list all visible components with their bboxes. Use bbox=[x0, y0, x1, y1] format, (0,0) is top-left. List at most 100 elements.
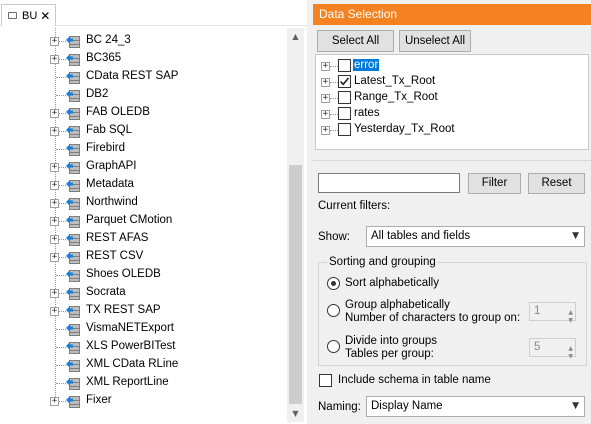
unselect-all-button[interactable]: Unselect All bbox=[399, 30, 471, 52]
tree-branch-line bbox=[56, 275, 66, 276]
sorting-legend: Sorting and grouping bbox=[327, 256, 438, 268]
filter-button[interactable]: Filter bbox=[468, 173, 521, 194]
scroll-up-icon[interactable]: ▲ bbox=[287, 28, 304, 45]
tab-bu[interactable]: BU ✕ bbox=[1, 4, 56, 26]
sort-alpha-radio[interactable] bbox=[327, 277, 340, 290]
expand-icon[interactable]: + bbox=[50, 289, 59, 298]
database-icon bbox=[66, 285, 82, 301]
expand-icon[interactable]: + bbox=[50, 217, 59, 226]
tree-branch-line bbox=[56, 77, 66, 78]
tree-item[interactable]: + Socrata bbox=[0, 284, 287, 302]
field-checkbox[interactable] bbox=[338, 107, 351, 120]
tree-item[interactable]: + Metadata bbox=[0, 176, 287, 194]
spin-down-icon[interactable]: ▼ bbox=[568, 348, 573, 365]
expand-icon[interactable]: + bbox=[50, 109, 59, 118]
field-item[interactable]: + Yesterday_Tx_Root bbox=[316, 122, 586, 138]
tree-branch-line bbox=[330, 130, 338, 131]
expand-icon[interactable]: + bbox=[50, 199, 59, 208]
tree-branch-line bbox=[56, 383, 66, 384]
tree-item[interactable]: DB2 bbox=[0, 86, 287, 104]
expand-icon[interactable]: + bbox=[321, 94, 330, 103]
group-alpha-radio[interactable] bbox=[327, 304, 340, 317]
database-icon bbox=[66, 69, 82, 85]
field-item[interactable]: + Range_Tx_Root bbox=[316, 90, 586, 106]
tree-scrollbar[interactable]: ▲ ▼ bbox=[287, 28, 304, 422]
naming-dropdown[interactable]: Display Name ▼ bbox=[366, 396, 585, 417]
show-value: All tables and fields bbox=[371, 230, 471, 242]
tree-item[interactable]: + TX REST SAP bbox=[0, 302, 287, 320]
tree-item-label: Fixer bbox=[86, 394, 112, 406]
tree-item[interactable]: CData REST SAP bbox=[0, 68, 287, 86]
scroll-thumb[interactable] bbox=[289, 165, 302, 404]
tree-item[interactable]: + FAB OLEDB bbox=[0, 104, 287, 122]
tree-item[interactable]: + Parquet CMotion bbox=[0, 212, 287, 230]
include-schema-checkbox[interactable] bbox=[319, 374, 332, 387]
tree-item-label: GraphAPI bbox=[86, 160, 137, 172]
tree-item-label: DB2 bbox=[86, 88, 109, 100]
tree-item[interactable]: XLS PowerBITest bbox=[0, 338, 287, 356]
field-checkbox[interactable] bbox=[338, 91, 351, 104]
expand-icon[interactable]: + bbox=[50, 397, 59, 406]
field-checkbox[interactable] bbox=[338, 75, 351, 88]
field-item[interactable]: + rates bbox=[316, 106, 586, 122]
expand-icon[interactable]: + bbox=[50, 37, 59, 46]
tree-item-label: XLS PowerBITest bbox=[86, 340, 176, 352]
field-checkbox[interactable] bbox=[338, 123, 351, 136]
tree-item[interactable]: XML CData RLine bbox=[0, 356, 287, 374]
database-icon bbox=[66, 321, 82, 337]
divide-groups-sub-label: Tables per group: bbox=[345, 348, 434, 360]
tree-item[interactable]: Firebird bbox=[0, 140, 287, 158]
filter-input[interactable] bbox=[318, 173, 460, 193]
expand-icon[interactable]: + bbox=[50, 253, 59, 262]
expand-icon[interactable]: + bbox=[50, 181, 59, 190]
expand-icon[interactable]: + bbox=[321, 62, 330, 71]
tree-item[interactable]: VismaNETExport bbox=[0, 320, 287, 338]
group-alpha-label: Group alphabetically bbox=[345, 299, 450, 311]
tree-item[interactable]: XML ReportLine bbox=[0, 374, 287, 392]
chevron-down-icon: ▼ bbox=[572, 401, 579, 411]
tree-branch-line bbox=[56, 95, 66, 96]
expand-icon[interactable]: + bbox=[50, 163, 59, 172]
database-icon bbox=[66, 249, 82, 265]
show-dropdown[interactable]: All tables and fields ▼ bbox=[366, 226, 585, 247]
expand-icon[interactable]: + bbox=[50, 235, 59, 244]
tree-item[interactable]: + GraphAPI bbox=[0, 158, 287, 176]
expand-icon[interactable]: + bbox=[50, 127, 59, 136]
expand-icon[interactable]: + bbox=[50, 55, 59, 64]
filter-options: Filter Reset Current filters: Show: All … bbox=[313, 160, 591, 424]
expand-icon[interactable]: + bbox=[50, 307, 59, 316]
tree-item-label: Firebird bbox=[86, 142, 125, 154]
expand-icon[interactable]: + bbox=[321, 126, 330, 135]
spin-down-icon[interactable]: ▼ bbox=[568, 312, 573, 329]
expand-icon[interactable]: + bbox=[321, 110, 330, 119]
divide-groups-radio[interactable] bbox=[327, 340, 340, 353]
reset-button[interactable]: Reset bbox=[528, 173, 585, 194]
tree-item[interactable]: + REST AFAS bbox=[0, 230, 287, 248]
expand-icon[interactable]: + bbox=[321, 78, 330, 87]
tree-branch-line bbox=[56, 365, 66, 366]
scroll-down-icon[interactable]: ▼ bbox=[287, 405, 304, 422]
tree-item[interactable]: + BC 24_3 bbox=[0, 32, 287, 50]
tree-item[interactable]: + Fixer bbox=[0, 392, 287, 410]
sorting-grouping-box: Sorting and grouping Sort alphabetically… bbox=[318, 256, 587, 366]
database-icon bbox=[66, 231, 82, 247]
tables-per-group-stepper[interactable]: 5 ▲ ▼ bbox=[529, 338, 576, 360]
database-icon bbox=[66, 339, 82, 355]
data-selection-header: Data Selection bbox=[313, 4, 591, 25]
tree-item[interactable]: Shoes OLEDB bbox=[0, 266, 287, 284]
chevron-down-icon: ▼ bbox=[572, 231, 579, 241]
database-icon bbox=[66, 123, 82, 139]
tree-item-label: XML ReportLine bbox=[86, 376, 169, 388]
field-checkbox[interactable] bbox=[338, 59, 351, 72]
select-all-button[interactable]: Select All bbox=[317, 30, 394, 52]
tree-item[interactable]: + Northwind bbox=[0, 194, 287, 212]
tree-item[interactable]: + REST CSV bbox=[0, 248, 287, 266]
close-icon[interactable]: ✕ bbox=[40, 10, 50, 22]
field-item[interactable]: + Latest_Tx_Root bbox=[316, 74, 586, 90]
database-icon bbox=[66, 177, 82, 193]
tree-item[interactable]: + Fab SQL bbox=[0, 122, 287, 140]
tree-item[interactable]: + BC365 bbox=[0, 50, 287, 68]
group-chars-stepper[interactable]: 1 ▲ ▼ bbox=[529, 302, 576, 324]
tree-branch-line bbox=[56, 347, 66, 348]
field-item[interactable]: + error bbox=[316, 58, 586, 74]
